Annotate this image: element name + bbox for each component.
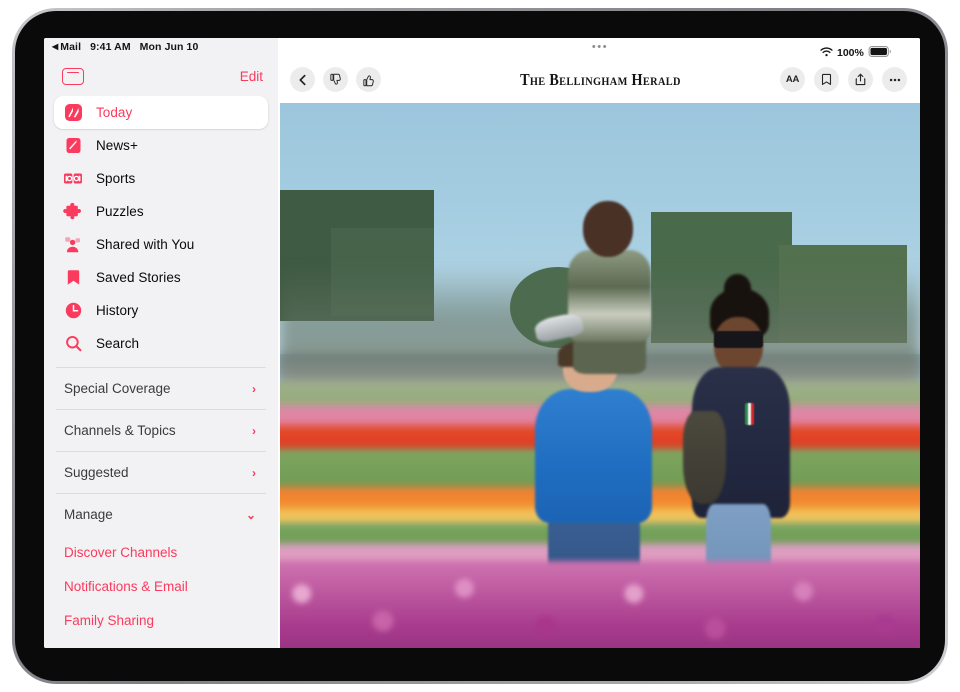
sidebar-item-notifications-email[interactable]: Notifications & Email bbox=[56, 569, 266, 603]
sidebar-item-saved-stories[interactable]: Saved Stories bbox=[54, 261, 268, 294]
sidebar-item-label: History bbox=[96, 303, 138, 318]
sidebar-item-sports[interactable]: Sports bbox=[54, 162, 268, 195]
edit-button[interactable]: Edit bbox=[240, 69, 263, 84]
sidebar-item-history[interactable]: History bbox=[54, 294, 268, 327]
back-button[interactable] bbox=[290, 67, 315, 92]
sidebar-item-label: Sports bbox=[96, 171, 135, 186]
status-bar: ◀ Mail 9:41 AM Mon Jun 10 bbox=[44, 38, 278, 56]
more-button[interactable] bbox=[882, 67, 907, 92]
scoreboard-icon bbox=[62, 168, 84, 190]
publication-title: The Bellingham Herald bbox=[520, 70, 681, 90]
news-sidebar: ◀ Mail 9:41 AM Mon Jun 10 Edit Today bbox=[44, 38, 278, 648]
chevron-right-icon: › bbox=[252, 425, 256, 437]
status-time: 9:41 AM bbox=[90, 41, 131, 53]
bookmark-icon bbox=[62, 267, 84, 289]
chevron-right-icon: › bbox=[252, 383, 256, 395]
sidebar-item-label: Today bbox=[96, 105, 132, 120]
sidebar-item-shared-with-you[interactable]: Shared with You bbox=[54, 228, 268, 261]
share-button[interactable] bbox=[848, 67, 873, 92]
toolbar-right-group: AA bbox=[780, 67, 907, 92]
dislike-button[interactable] bbox=[323, 67, 348, 92]
today-card-icon[interactable] bbox=[62, 68, 84, 85]
clock-icon bbox=[62, 300, 84, 322]
puzzle-piece-icon bbox=[62, 201, 84, 223]
sidebar-item-label: Search bbox=[96, 336, 139, 351]
ipad-screen: ◀ Mail 9:41 AM Mon Jun 10 Edit Today bbox=[44, 38, 920, 648]
sidebar-nav-list[interactable]: Today News+ bbox=[44, 96, 278, 648]
article-toolbar: The Bellingham Herald AA bbox=[280, 56, 920, 103]
status-back-arrow-icon[interactable]: ◀ bbox=[52, 42, 58, 51]
magnifier-icon bbox=[62, 333, 84, 355]
article-hero-photo[interactable] bbox=[280, 103, 920, 648]
status-date: Mon Jun 10 bbox=[140, 41, 199, 53]
apple-news-icon bbox=[62, 102, 84, 124]
like-button[interactable] bbox=[356, 67, 381, 92]
sidebar-header: Edit bbox=[44, 56, 278, 96]
group-label: Suggested bbox=[64, 465, 129, 480]
sidebar-group-channels-topics[interactable]: Channels & Topics › bbox=[56, 409, 266, 451]
text-size-icon: AA bbox=[786, 74, 799, 85]
sidebar-group-manage[interactable]: Manage ⌄ bbox=[56, 493, 266, 535]
photo-person-child bbox=[568, 201, 651, 365]
sidebar-item-today[interactable]: Today bbox=[54, 96, 268, 129]
sidebar-item-puzzles[interactable]: Puzzles bbox=[54, 195, 268, 228]
group-label: Manage bbox=[64, 507, 113, 522]
status-bar-right: 100% bbox=[820, 44, 892, 62]
news-plus-icon bbox=[62, 135, 84, 157]
sidebar-item-label: Shared with You bbox=[96, 237, 194, 252]
photo-foreground-tulips bbox=[280, 561, 920, 648]
status-back-app-label[interactable]: Mail bbox=[60, 41, 81, 53]
battery-icon bbox=[868, 44, 892, 62]
save-button[interactable] bbox=[814, 67, 839, 92]
sidebar-item-label: Saved Stories bbox=[96, 270, 181, 285]
battery-percent-label: 100% bbox=[837, 47, 864, 59]
wifi-icon bbox=[820, 44, 833, 62]
sidebar-item-label: Puzzles bbox=[96, 204, 144, 219]
sidebar-item-search[interactable]: Search bbox=[54, 327, 268, 360]
text-size-button[interactable]: AA bbox=[780, 67, 805, 92]
shared-person-icon bbox=[62, 234, 84, 256]
chevron-right-icon: › bbox=[252, 467, 256, 479]
sidebar-item-family-sharing[interactable]: Family Sharing bbox=[56, 603, 266, 637]
group-label: Channels & Topics bbox=[64, 423, 176, 438]
sidebar-item-discover-channels[interactable]: Discover Channels bbox=[56, 535, 266, 569]
group-label: Special Coverage bbox=[64, 381, 171, 396]
toolbar-left-group bbox=[290, 67, 381, 92]
chevron-down-icon: ⌄ bbox=[246, 509, 256, 521]
sidebar-item-label: News+ bbox=[96, 138, 138, 153]
sidebar-group-suggested[interactable]: Suggested › bbox=[56, 451, 266, 493]
article-pane: ••• bbox=[280, 38, 920, 648]
sidebar-item-news-plus[interactable]: News+ bbox=[54, 129, 268, 162]
sidebar-group-special-coverage[interactable]: Special Coverage › bbox=[56, 367, 266, 409]
